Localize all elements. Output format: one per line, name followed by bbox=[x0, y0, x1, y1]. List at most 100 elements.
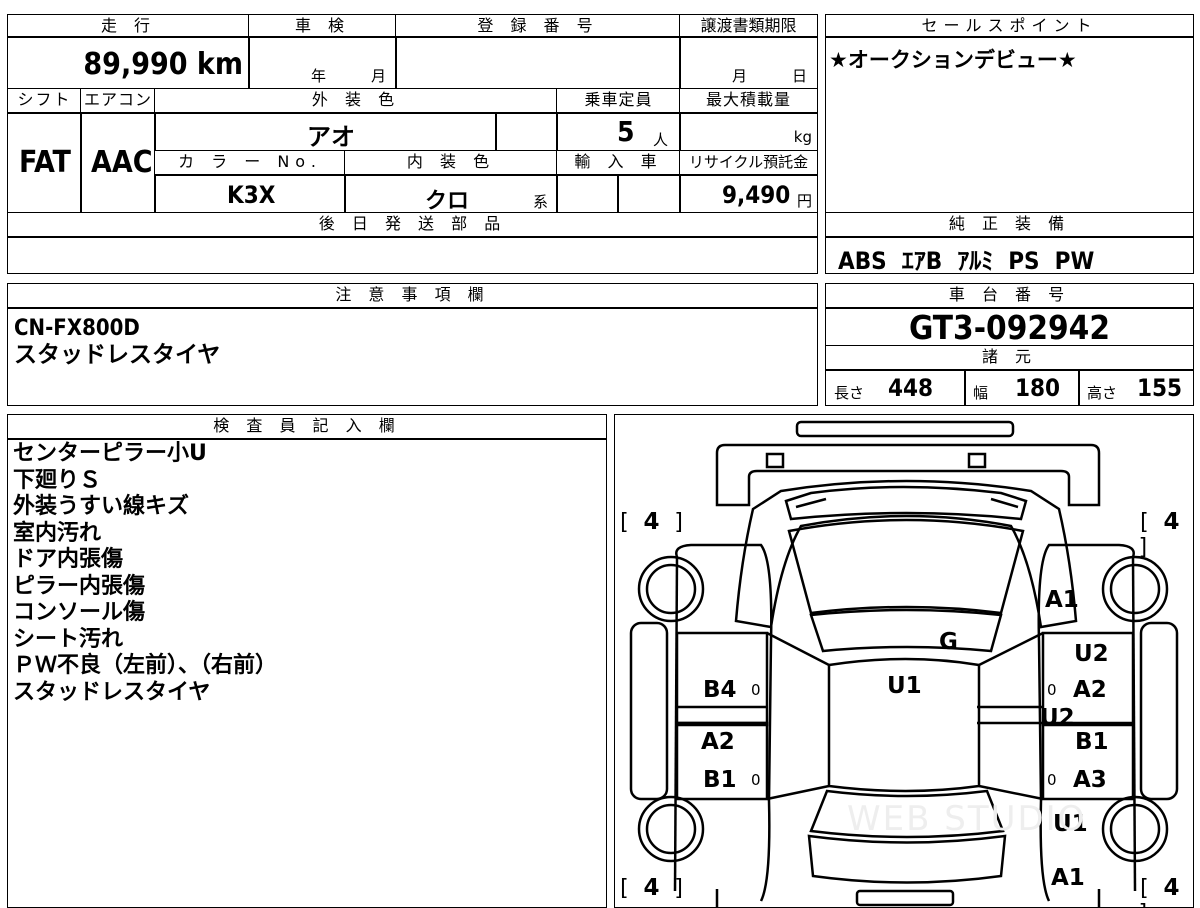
inspection-month-unit: 月 bbox=[371, 67, 387, 85]
inspector-note: 室内汚れ bbox=[13, 520, 102, 546]
interior-color-suffix: 系 bbox=[533, 193, 549, 211]
inspector-note: ピラー内張傷 bbox=[13, 573, 146, 599]
genuine-equipment-value: ABS ｴｱB ｱﾙﾐ PS PW bbox=[838, 247, 1095, 275]
interior-color-header: 内 装 色 bbox=[344, 150, 558, 176]
color-no-cell: K3X bbox=[154, 174, 346, 214]
damage-mark: B1 bbox=[703, 767, 737, 793]
transfer-deadline-cell: 月 日 bbox=[679, 36, 818, 90]
spec-height-cell: 高さ 155 bbox=[1078, 369, 1194, 406]
exterior-color-value: アオ bbox=[307, 123, 355, 151]
spec-width-label: 幅 bbox=[973, 384, 989, 402]
chassis-number: GT3-092942 bbox=[909, 308, 1110, 347]
inspection-cell: 年 月 bbox=[248, 36, 397, 90]
watermark: WEB STUDIO bbox=[847, 799, 1087, 839]
inspector-note: 外装うすい線キズ bbox=[13, 494, 190, 519]
inspector-note: 下廻りＳ bbox=[13, 467, 102, 493]
damage-mark: A1 bbox=[1051, 865, 1085, 891]
sales-point-header: セールスポイント bbox=[825, 14, 1194, 38]
tread-front-right: [ 4 ] bbox=[1137, 509, 1180, 560]
import-cell-right bbox=[617, 174, 681, 214]
damage-mark: B4 bbox=[703, 677, 737, 703]
ac-value: AAC bbox=[91, 145, 153, 180]
capacity-unit: 人 bbox=[653, 131, 669, 149]
later-parts-cell bbox=[7, 236, 818, 274]
tread-value: 4 bbox=[1163, 875, 1180, 901]
tread-value: 4 bbox=[643, 509, 660, 535]
registration-header: 登 録 番 号 bbox=[395, 14, 681, 38]
tread-value: 4 bbox=[1163, 509, 1180, 535]
inspector-cell: センターピラー小U 下廻りＳ 外装うすい線キズ 室内汚れ ドア内張傷 ピラー内張… bbox=[7, 438, 607, 908]
max-load-header: 最大積載量 bbox=[679, 88, 818, 114]
tread-rear-left: [ 4 ] bbox=[617, 875, 687, 901]
import-cell-left bbox=[556, 174, 619, 214]
inspector-note: ドア内張傷 bbox=[13, 547, 124, 572]
tread-front-left: [ 4 ] bbox=[617, 509, 687, 535]
recycle-header: リサイクル預託金 bbox=[679, 150, 818, 176]
max-load-unit: kg bbox=[793, 128, 812, 146]
inspection-header: 車 検 bbox=[248, 14, 397, 38]
sales-point-text: ★オークションデビュー★ bbox=[829, 48, 1077, 72]
sales-point-cell: ★オークションデビュー★ bbox=[825, 36, 1194, 214]
car-diagram: [ 4 ] [ 4 ] [ 4 ] [ 4 ] A1 G U2 U1 B4 A2… bbox=[614, 414, 1194, 908]
notes-cell: CN-FX800D スタッドレスタイヤ bbox=[7, 307, 818, 406]
inspector-note: センターピラー小U bbox=[13, 441, 207, 466]
transfer-month-unit: 月 bbox=[732, 67, 748, 85]
mileage-cell: 89,990 km bbox=[7, 36, 250, 90]
exterior-color-cell: アオ bbox=[154, 112, 497, 152]
mileage-header: 走 行 bbox=[7, 14, 250, 38]
shift-value: FAT bbox=[19, 145, 71, 180]
transfer-deadline-header: 譲渡書類期限 bbox=[679, 14, 818, 38]
capacity-value: 5 bbox=[617, 115, 635, 148]
chassis-cell: GT3-092942 bbox=[825, 307, 1194, 347]
inspection-year-unit: 年 bbox=[311, 67, 327, 85]
damage-mark: G bbox=[939, 629, 958, 655]
inspector-note: シート汚れ bbox=[13, 626, 124, 652]
zero-mark: 0 bbox=[1047, 681, 1057, 699]
spec-length-value: 448 bbox=[888, 374, 934, 402]
spec-height-label: 高さ bbox=[1087, 384, 1118, 402]
damage-mark: B1 bbox=[1075, 729, 1109, 755]
recycle-unit: 円 bbox=[796, 192, 812, 210]
ac-cell: AAC bbox=[80, 112, 156, 214]
capacity-cell: 5 人 bbox=[556, 112, 681, 152]
damage-mark: A2 bbox=[701, 729, 735, 755]
chassis-header: 車 台 番 号 bbox=[825, 283, 1194, 309]
shift-cell: FAT bbox=[7, 112, 82, 214]
inspector-notes-list: センターピラー小U 下廻りＳ 外装うすい線キズ 室内汚れ ドア内張傷 ピラー内張… bbox=[13, 441, 277, 706]
capacity-header: 乗車定員 bbox=[556, 88, 681, 114]
inspector-note: コンソール傷 bbox=[13, 600, 146, 625]
zero-mark: 0 bbox=[751, 681, 761, 699]
genuine-equipment-cell: ABS ｴｱB ｱﾙﾐ PS PW bbox=[825, 236, 1194, 275]
damage-mark: U1 bbox=[887, 673, 922, 699]
color-no-header: カ ラ ー No. bbox=[154, 150, 346, 176]
registration-cell bbox=[395, 36, 681, 90]
spec-width-value: 180 bbox=[1015, 374, 1061, 402]
zero-mark: 0 bbox=[751, 771, 761, 789]
specs-header: 諸 元 bbox=[825, 345, 1194, 371]
tread-value: 4 bbox=[643, 875, 660, 901]
notes-line-2: スタッドレスタイヤ bbox=[14, 342, 221, 368]
spec-width-cell: 幅 180 bbox=[964, 369, 1080, 406]
shift-header: シフト bbox=[7, 88, 82, 114]
recycle-cell: 9,490 円 bbox=[679, 174, 818, 214]
inspector-note: スタッドレスタイヤ bbox=[13, 679, 211, 705]
inspector-note: ＰＷ不良（左前）、（右前） bbox=[13, 653, 278, 678]
inspector-header: 検 査 員 記 入 欄 bbox=[7, 414, 607, 440]
damage-mark: U2 bbox=[1074, 641, 1109, 667]
mileage-value: 89,990 km bbox=[83, 47, 243, 82]
genuine-equipment-header: 純 正 装 備 bbox=[825, 212, 1194, 238]
recycle-value: 9,490 bbox=[722, 181, 791, 209]
transfer-day-unit: 日 bbox=[792, 67, 808, 85]
import-header: 輸 入 車 bbox=[556, 150, 681, 176]
damage-mark: U2 bbox=[1040, 705, 1075, 731]
zero-mark: 0 bbox=[1047, 771, 1057, 789]
exterior-color-header: 外 装 色 bbox=[154, 88, 558, 114]
notes-line-1: CN-FX800D bbox=[14, 316, 140, 341]
ac-header: エアコン bbox=[80, 88, 156, 114]
notes-header: 注 意 事 項 欄 bbox=[7, 283, 818, 309]
spec-length-label: 長さ bbox=[834, 384, 865, 402]
damage-mark: A1 bbox=[1045, 587, 1079, 613]
damage-mark: A2 bbox=[1073, 677, 1107, 703]
exterior-color-extra-cell bbox=[495, 112, 558, 152]
interior-color-value: クロ bbox=[425, 189, 470, 214]
